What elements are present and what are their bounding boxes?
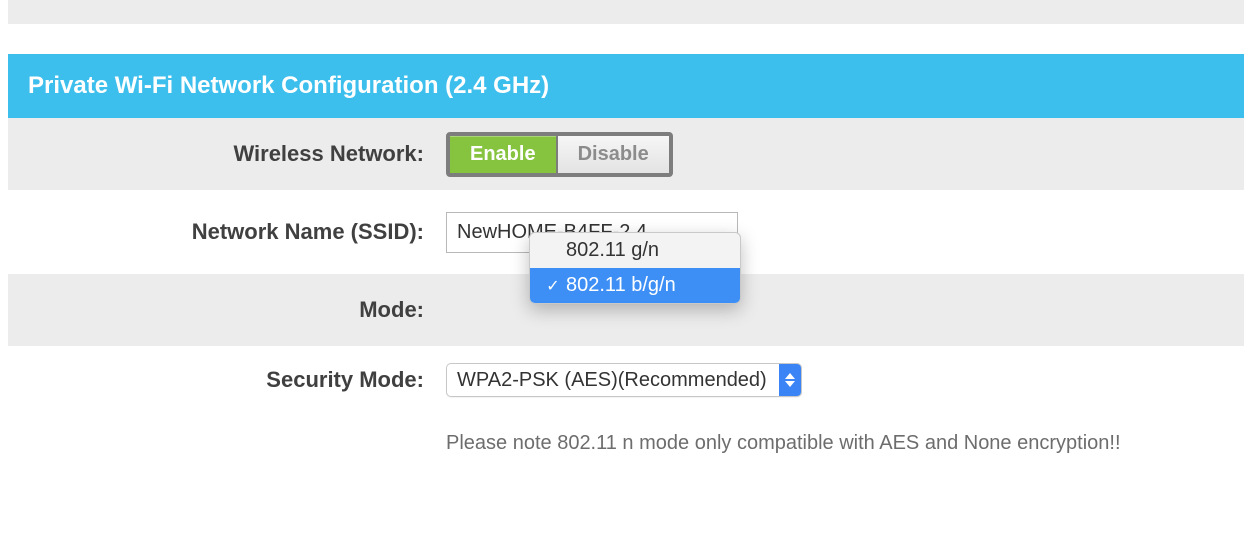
mode-option-gn[interactable]: 802.11 g/n — [530, 233, 740, 268]
security-mode-value: WPA2-PSK (AES)(Recommended) — [447, 364, 779, 396]
label-ssid: Network Name (SSID): — [8, 219, 446, 245]
label-wireless-network: Wireless Network: — [8, 141, 446, 167]
mode-option-bgn[interactable]: ✓ 802.11 b/g/n — [530, 268, 740, 303]
mode-dropdown-popup: 802.11 g/n ✓ 802.11 b/g/n — [529, 232, 741, 304]
label-security: Security Mode: — [8, 367, 446, 393]
row-ssid: Network Name (SSID): 802.11 g/n ✓ 802.11… — [8, 190, 1244, 274]
updown-arrows-icon — [779, 364, 801, 396]
disable-button[interactable]: Disable — [556, 136, 669, 173]
security-mode-select[interactable]: WPA2-PSK (AES)(Recommended) — [446, 363, 802, 397]
page-title: Private Wi-Fi Network Configuration (2.4… — [8, 54, 1244, 118]
checkmark-icon: ✓ — [542, 276, 564, 296]
row-security: Security Mode: WPA2-PSK (AES)(Recommende… — [8, 346, 1244, 414]
enable-button[interactable]: Enable — [450, 136, 556, 173]
mode-option-bgn-label: 802.11 b/g/n — [564, 274, 676, 297]
label-mode: Mode: — [8, 297, 446, 323]
compatibility-note: Please note 802.11 n mode only compatibl… — [446, 432, 1121, 455]
wireless-toggle-group: Enable Disable — [446, 132, 673, 177]
mode-option-gn-label: 802.11 g/n — [542, 239, 659, 262]
row-wireless-network: Wireless Network: Enable Disable — [8, 118, 1244, 190]
note-row: Please note 802.11 n mode only compatibl… — [8, 432, 1244, 455]
top-spacer — [8, 0, 1244, 24]
